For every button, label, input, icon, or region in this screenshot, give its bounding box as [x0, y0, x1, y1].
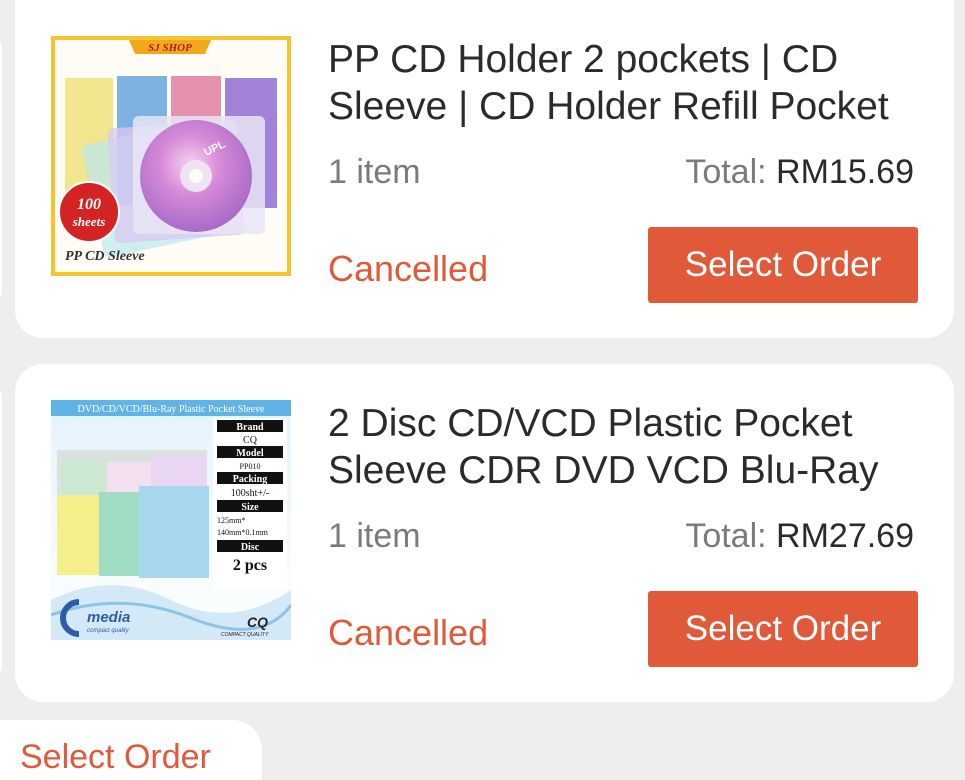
- spec-table: Brand CQ Model PP010 Packing 100sht+/- S…: [213, 418, 287, 590]
- order-total: Total: RM15.69: [685, 153, 914, 192]
- spec-disc-label: Disc: [241, 542, 260, 553]
- total-amount: RM27.69: [776, 517, 914, 555]
- svg-text:CQ: CQ: [247, 614, 268, 630]
- shop-badge: SJ SHOP: [148, 42, 192, 54]
- spec-brand-value: CQ: [243, 435, 258, 446]
- adjacent-card-left-edge: [0, 36, 2, 304]
- spec-brand-label: Brand: [236, 422, 264, 433]
- product-title[interactable]: PP CD Holder 2 pockets | CD Sleeve | CD …: [328, 36, 928, 130]
- product-image: DVD/CD/VCD/Blu-Ray Plastic Pocket Sleeve…: [51, 400, 291, 640]
- spec-model-label: Model: [236, 448, 263, 459]
- sticker-count: 100: [77, 196, 101, 213]
- order-card[interactable]: UPL SJ SHOP 100 sheets PP CD Sleeve PP C…: [15, 0, 954, 338]
- spec-disc-value: 2 pcs: [233, 557, 267, 574]
- svg-text:media: media: [87, 609, 130, 626]
- total-label: Total:: [685, 153, 767, 191]
- adjacent-card-left-edge: [0, 384, 2, 678]
- image-banner: DVD/CD/VCD/Blu-Ray Plastic Pocket Sleeve: [78, 404, 265, 415]
- select-order-button[interactable]: Select Order: [648, 227, 918, 303]
- spec-model-value: PP010: [240, 462, 261, 471]
- spec-size-value: 125mm*: [217, 516, 245, 525]
- item-quantity: 1 item: [328, 153, 421, 191]
- select-order-button-partial[interactable]: Select Order: [20, 738, 211, 777]
- order-total: Total: RM27.69: [685, 517, 914, 556]
- image-caption: PP CD Sleeve: [65, 249, 145, 264]
- order-status: Cancelled: [328, 612, 489, 653]
- product-title[interactable]: 2 Disc CD/VCD Plastic Pocket Sleeve CDR …: [328, 400, 928, 494]
- spec-size-label: Size: [241, 502, 259, 513]
- sticker-unit: sheets: [72, 214, 106, 229]
- total-label: Total:: [685, 517, 767, 555]
- spec-packing-label: Packing: [233, 474, 267, 485]
- spec-size-value: 140mm*0.1mm: [217, 528, 269, 537]
- svg-text:COMPACT QUALITY: COMPACT QUALITY: [221, 632, 269, 638]
- product-image: UPL SJ SHOP 100 sheets PP CD Sleeve: [51, 36, 291, 276]
- item-quantity: 1 item: [328, 517, 421, 555]
- spec-packing-value: 100sht+/-: [231, 488, 269, 499]
- order-status: Cancelled: [328, 248, 489, 289]
- svg-text:compact quality: compact quality: [87, 628, 130, 634]
- order-card[interactable]: DVD/CD/VCD/Blu-Ray Plastic Pocket Sleeve…: [15, 364, 954, 702]
- product-thumbnail[interactable]: UPL SJ SHOP 100 sheets PP CD Sleeve: [51, 36, 291, 276]
- total-amount: RM15.69: [776, 153, 914, 191]
- product-thumbnail[interactable]: DVD/CD/VCD/Blu-Ray Plastic Pocket Sleeve…: [51, 400, 291, 640]
- select-order-button[interactable]: Select Order: [648, 591, 918, 667]
